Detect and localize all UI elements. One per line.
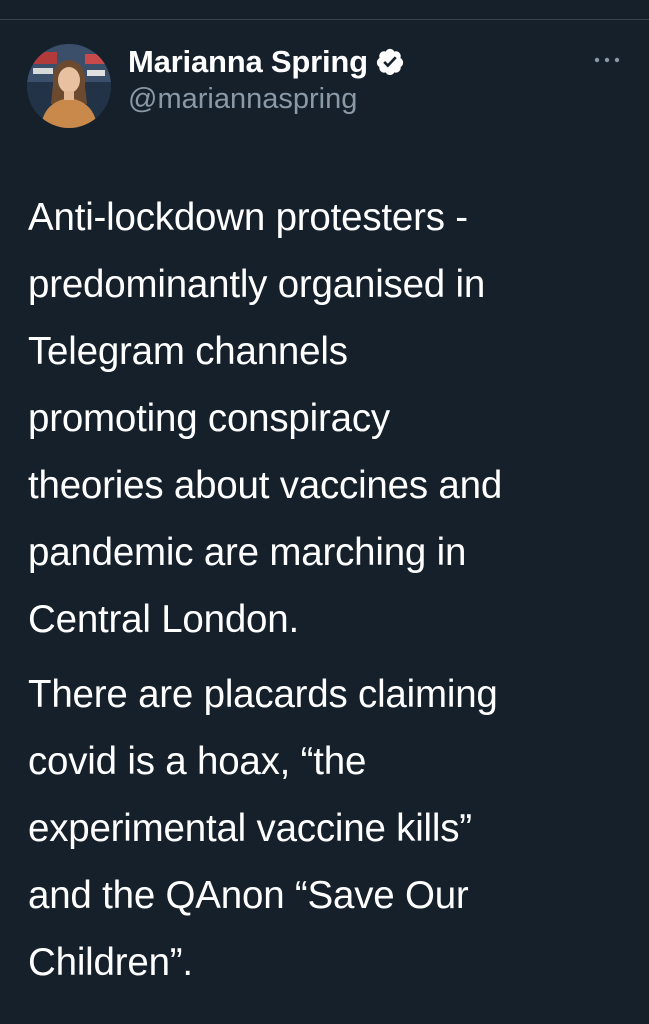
tweet-text-line: Children”.: [28, 941, 193, 984]
name-row: Marianna Spring: [128, 42, 578, 82]
tweet-text: Anti-lockdown protesters - predominantly…: [28, 184, 628, 996]
tweet-text-line: Telegram channels: [28, 330, 348, 373]
avatar[interactable]: [27, 44, 111, 128]
tweet-text-line: theories about vaccines and: [28, 464, 503, 507]
tweet-text-line: and the QAnon “Save Our: [28, 874, 469, 917]
tweet-text-line: promoting conspiracy: [28, 397, 390, 440]
tweet-text-line: Anti-lockdown protesters -: [28, 196, 468, 239]
verified-badge-icon: [375, 47, 405, 77]
tweet-text-line: Central London.: [28, 598, 299, 641]
tweet-paragraph: Anti-lockdown protesters - predominantly…: [28, 184, 628, 653]
tweet-paragraph: There are placards claiming covid is a h…: [28, 661, 628, 996]
more-options-button[interactable]: [590, 50, 624, 70]
tweet-text-line: covid is a hoax, “the: [28, 740, 367, 783]
tweet[interactable]: Marianna Spring @mariannaspring Anti-loc…: [0, 20, 649, 1024]
tweet-text-line: experimental vaccine kills”: [28, 807, 472, 850]
tweet-text-line: predominantly organised in: [28, 263, 486, 306]
tweet-text-line: There are placards claiming: [28, 673, 498, 716]
tweet-header: Marianna Spring @mariannaspring: [128, 42, 578, 116]
handle[interactable]: @mariannaspring: [128, 83, 578, 116]
display-name[interactable]: Marianna Spring: [128, 44, 368, 80]
profile-photo-icon: [27, 44, 111, 128]
more-horizontal-icon: [594, 57, 620, 63]
tweet-text-line: pandemic are marching in: [28, 531, 467, 574]
